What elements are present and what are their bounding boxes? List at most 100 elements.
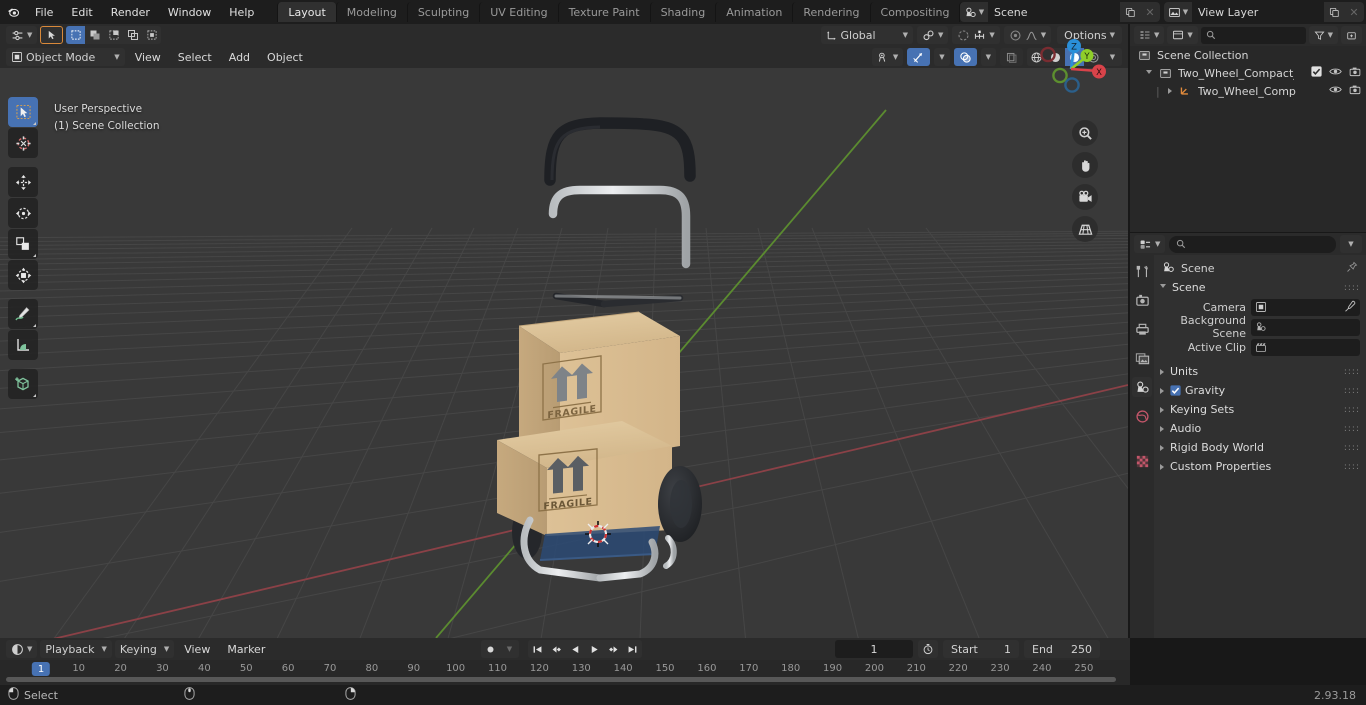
transform-orientation-selector[interactable]: Global ▼	[820, 26, 913, 44]
timeline-playhead[interactable]: 1	[31, 662, 51, 676]
eyedropper-icon[interactable]	[1344, 300, 1356, 315]
outliner-row-collection[interactable]: Two_Wheel_Compact_Luggag	[1130, 64, 1366, 82]
tab-layout[interactable]: Layout	[277, 2, 336, 22]
chevron-right-icon[interactable]	[1160, 368, 1164, 375]
current-frame-field[interactable]: 1	[835, 640, 913, 658]
select-intersect-icon[interactable]	[123, 26, 143, 44]
chevron-right-icon[interactable]	[1160, 444, 1164, 451]
timeline-scrollbar[interactable]	[0, 676, 1130, 683]
chevron-right-icon[interactable]	[1167, 88, 1172, 94]
view-layer-name-field[interactable]: View Layer	[1192, 2, 1324, 22]
viewport-menu-add[interactable]: Add	[222, 48, 257, 66]
editor-type-selector[interactable]: ▼	[6, 26, 38, 44]
viewport-menu-object[interactable]: Object	[260, 48, 310, 66]
use-preview-range-button[interactable]	[918, 640, 938, 658]
panel-header-rigid-body-world[interactable]: Rigid Body World ::::	[1154, 438, 1366, 457]
jump-end-icon[interactable]	[623, 640, 642, 658]
pin-icon[interactable]	[1346, 261, 1358, 276]
panel-header-keying-sets[interactable]: Keying Sets ::::	[1154, 400, 1366, 419]
navigation-gizmo[interactable]: Z Y X	[1034, 32, 1108, 106]
snap-target-selector[interactable]: ▼	[916, 26, 949, 44]
rotate-tool[interactable]	[8, 198, 38, 228]
viewport-menu-select[interactable]: Select	[171, 48, 219, 66]
transform-tool[interactable]	[8, 260, 38, 290]
panel-header-units[interactable]: Units ::::	[1154, 362, 1366, 381]
properties-editor-type-button[interactable]: ▼	[1134, 235, 1166, 253]
panel-header-scene[interactable]: Scene ::::	[1154, 278, 1366, 297]
chevron-right-icon[interactable]	[1160, 463, 1164, 470]
tab-animation[interactable]: Animation	[715, 2, 792, 22]
cursor-tool[interactable]	[8, 128, 38, 158]
end-frame-field[interactable]: End 250	[1024, 640, 1100, 658]
tab-texture-paint[interactable]: Texture Paint	[557, 2, 650, 22]
chevron-right-icon[interactable]	[1160, 387, 1164, 394]
gizmo-toggle-button[interactable]	[907, 48, 931, 66]
menu-help[interactable]: Help	[220, 3, 263, 21]
menu-file[interactable]: File	[26, 3, 62, 21]
view-layer-icon[interactable]: ▼	[1164, 2, 1192, 22]
auto-keying-options-icon[interactable]: ▼	[500, 640, 519, 658]
viewport-menu-view[interactable]: View	[128, 48, 168, 66]
object-mode-selector[interactable]: Object Mode ▼	[6, 48, 125, 66]
play-icon[interactable]	[585, 640, 604, 658]
timeline-scrollbar-thumb[interactable]	[6, 677, 1116, 682]
xray-toggle-button[interactable]	[1000, 48, 1023, 66]
properties-editor[interactable]: ▼ ▼ Scene Scene:::: Camera Background S…	[1130, 233, 1366, 638]
outliner-editor-type-button[interactable]: ▼	[1134, 26, 1165, 44]
unlink-scene-button[interactable]: ✕	[1140, 2, 1160, 22]
zoom-icon[interactable]	[1072, 120, 1098, 146]
properties-options-button[interactable]: ▼	[1340, 235, 1362, 253]
select-subtract-icon[interactable]	[104, 26, 124, 44]
hand-pan-icon[interactable]	[1072, 152, 1098, 178]
remove-view-layer-button[interactable]: ✕	[1344, 2, 1364, 22]
background-scene-field[interactable]	[1251, 318, 1360, 336]
overlays-options-button[interactable]: ▼	[980, 48, 996, 66]
menu-window[interactable]: Window	[159, 3, 220, 21]
chevron-down-icon[interactable]	[1160, 284, 1166, 291]
scene-icon[interactable]: ▼	[960, 2, 988, 22]
start-frame-field[interactable]: Start 1	[943, 640, 1019, 658]
timeline-editor[interactable]: ▼ Playback ▼ Keying ▼ View Marker ▼ 1 St…	[0, 638, 1130, 685]
tab-uv-editing[interactable]: UV Editing	[479, 2, 557, 22]
auto-keying-group[interactable]: ▼	[481, 640, 519, 658]
move-tool[interactable]	[8, 167, 38, 197]
toggle-perspective-icon[interactable]	[1072, 216, 1098, 242]
jump-start-icon[interactable]	[528, 640, 547, 658]
blender-logo-icon[interactable]	[0, 0, 26, 24]
camera-view-icon[interactable]	[1072, 184, 1098, 210]
timeline-view-menu[interactable]: View	[177, 640, 217, 658]
outliner-new-collection-button[interactable]	[1341, 26, 1362, 44]
timeline-keying-menu[interactable]: Keying ▼	[114, 640, 175, 658]
scene-selector[interactable]: ▼ Scene ✕	[960, 2, 1160, 22]
duplicate-view-layer-button[interactable]	[1324, 2, 1344, 22]
camera-icon[interactable]	[1349, 84, 1361, 98]
add-cube-tool[interactable]	[8, 369, 38, 399]
outliner-display-mode-button[interactable]: ▼	[1167, 26, 1198, 44]
gizmo-options-button[interactable]: ▼	[934, 48, 950, 66]
outliner-row-scene-collection[interactable]: Scene Collection	[1130, 46, 1366, 64]
eye-icon[interactable]	[1329, 66, 1342, 80]
tab-shading[interactable]: Shading	[649, 2, 716, 22]
playback-buttons-group[interactable]	[528, 640, 642, 658]
properties-tab-output[interactable]	[1132, 319, 1152, 339]
prev-keyframe-icon[interactable]	[547, 640, 566, 658]
timeline-editor-type-button[interactable]: ▼	[6, 640, 38, 658]
next-keyframe-icon[interactable]	[604, 640, 623, 658]
tweak-select-tool[interactable]	[8, 97, 38, 127]
tab-rendering[interactable]: Rendering	[792, 2, 869, 22]
object-visibility-button[interactable]: ▼	[871, 48, 904, 66]
menu-render[interactable]: Render	[102, 3, 159, 21]
outliner-filter-button[interactable]: ▼	[1308, 26, 1338, 44]
outliner[interactable]: ▼ ▼ ▼ Scene Collection Two_Wheel_Compact…	[1130, 24, 1366, 232]
properties-tab-scene[interactable]	[1132, 377, 1152, 397]
collection-checkbox[interactable]	[1311, 66, 1322, 80]
active-clip-field[interactable]	[1251, 338, 1360, 356]
select-difference-icon[interactable]	[142, 26, 162, 44]
outliner-search-input[interactable]	[1200, 26, 1306, 44]
eye-icon[interactable]	[1329, 84, 1342, 98]
properties-tab-world[interactable]	[1132, 406, 1152, 426]
chevron-down-icon[interactable]	[1146, 69, 1152, 77]
3d-viewport[interactable]: ▼ Global ▼ ▼ ▼ ▼ Options ▼ Object Mode ▼…	[0, 24, 1128, 638]
timeline-playback-menu[interactable]: Playback ▼	[40, 640, 112, 658]
properties-search-input[interactable]	[1169, 235, 1336, 253]
